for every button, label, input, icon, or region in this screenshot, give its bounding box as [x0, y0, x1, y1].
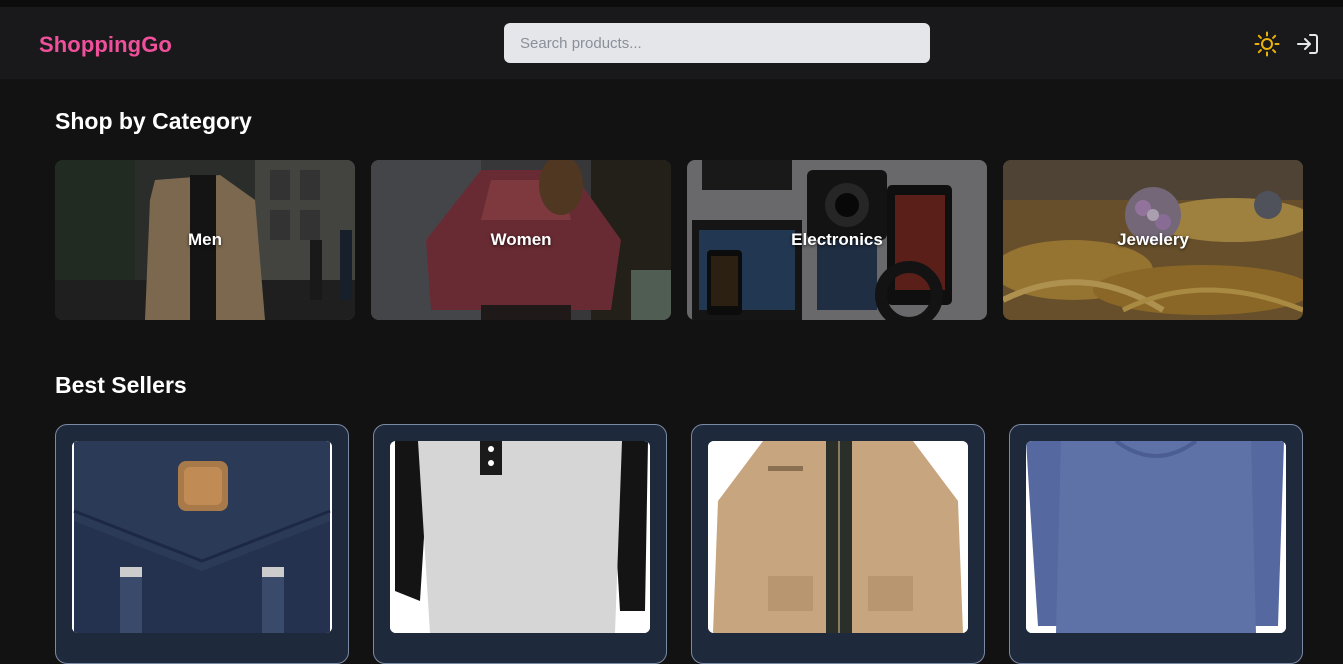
sun-icon[interactable] — [1254, 31, 1280, 57]
product-card[interactable] — [691, 424, 985, 664]
category-label: Women — [490, 230, 552, 249]
best-sellers-title: Best Sellers — [55, 372, 187, 398]
category-card-electronics[interactable]: Electronics — [687, 160, 987, 320]
category-grid: Men Women Electronics Jewelery — [55, 160, 1303, 320]
search-input[interactable] — [504, 23, 930, 63]
category-label: Men — [188, 230, 222, 249]
category-card-jewelery[interactable]: Jewelery — [1003, 160, 1303, 320]
category-section-title: Shop by Category — [55, 108, 252, 134]
navy-backpack-image — [72, 441, 332, 633]
product-card[interactable] — [373, 424, 667, 664]
category-label: Electronics — [791, 230, 883, 249]
best-sellers-grid — [55, 424, 1303, 664]
blue-long-sleeve-tee-image — [1026, 441, 1286, 633]
top-strip — [0, 0, 1343, 7]
category-card-women[interactable]: Women — [371, 160, 671, 320]
raglan-henley-shirt-image — [390, 441, 650, 633]
product-card[interactable] — [1009, 424, 1303, 664]
category-card-men[interactable]: Men — [55, 160, 355, 320]
top-navbar: ShoppingGo — [0, 7, 1343, 79]
login-icon[interactable] — [1295, 31, 1321, 57]
brand-logo[interactable]: ShoppingGo — [39, 32, 172, 58]
product-card[interactable] — [55, 424, 349, 664]
khaki-jacket-image — [708, 441, 968, 633]
category-label: Jewelery — [1117, 230, 1189, 249]
